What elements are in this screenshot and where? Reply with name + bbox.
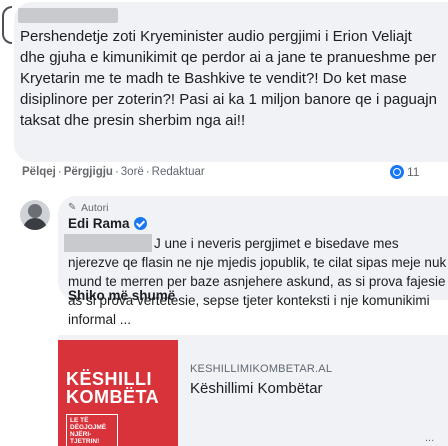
verified-badge-icon <box>133 217 147 230</box>
thumb-title-line1: KËSHILLI <box>66 369 153 389</box>
overflow-hint: ... <box>425 432 435 444</box>
reply-text-redacted <box>64 234 152 252</box>
reply-link[interactable]: Përgjigju <box>64 166 113 178</box>
link-domain: KESHILLIMIKOMBETAR.AL <box>190 363 333 375</box>
avatar[interactable] <box>20 200 50 230</box>
author-badge-label: Autori <box>81 202 109 214</box>
reply-author-label[interactable]: Edi Rama <box>68 216 130 231</box>
commenter-name-redacted[interactable] <box>18 8 118 23</box>
link-title[interactable]: Këshillimi Kombëtar <box>190 380 323 397</box>
comment-thread-bracket <box>2 6 12 44</box>
comment-text: Pershendetje zoti Kryeminister audio per… <box>20 28 437 129</box>
reaction-summary[interactable]: 11 <box>390 165 419 179</box>
reply-author-name[interactable]: Edi Rama <box>68 216 147 231</box>
edited-label: Redaktuar <box>151 166 205 178</box>
see-more-link[interactable]: Shiko më shumë <box>68 288 175 303</box>
comment-actions: Pëlqej · Përgjigju · 3orë · Redaktuar <box>22 166 205 178</box>
thumb-badge: LE TË DËGJOJMË NJËRI-TJETRIN! <box>66 414 118 446</box>
link-thumbnail[interactable]: KËSHILLI KOMBËTA LE TË DËGJOJMË NJËRI-TJ… <box>58 340 178 446</box>
reaction-icon <box>390 165 404 179</box>
thumb-title-line2: KOMBËTA <box>66 387 160 407</box>
comment-time[interactable]: 3orë <box>121 166 144 178</box>
like-link[interactable]: Pëlqej <box>22 166 56 178</box>
author-pen-icon: ✎ <box>68 202 77 213</box>
reaction-count: 11 <box>407 165 420 179</box>
author-badge: ✎ Autori <box>68 202 108 214</box>
